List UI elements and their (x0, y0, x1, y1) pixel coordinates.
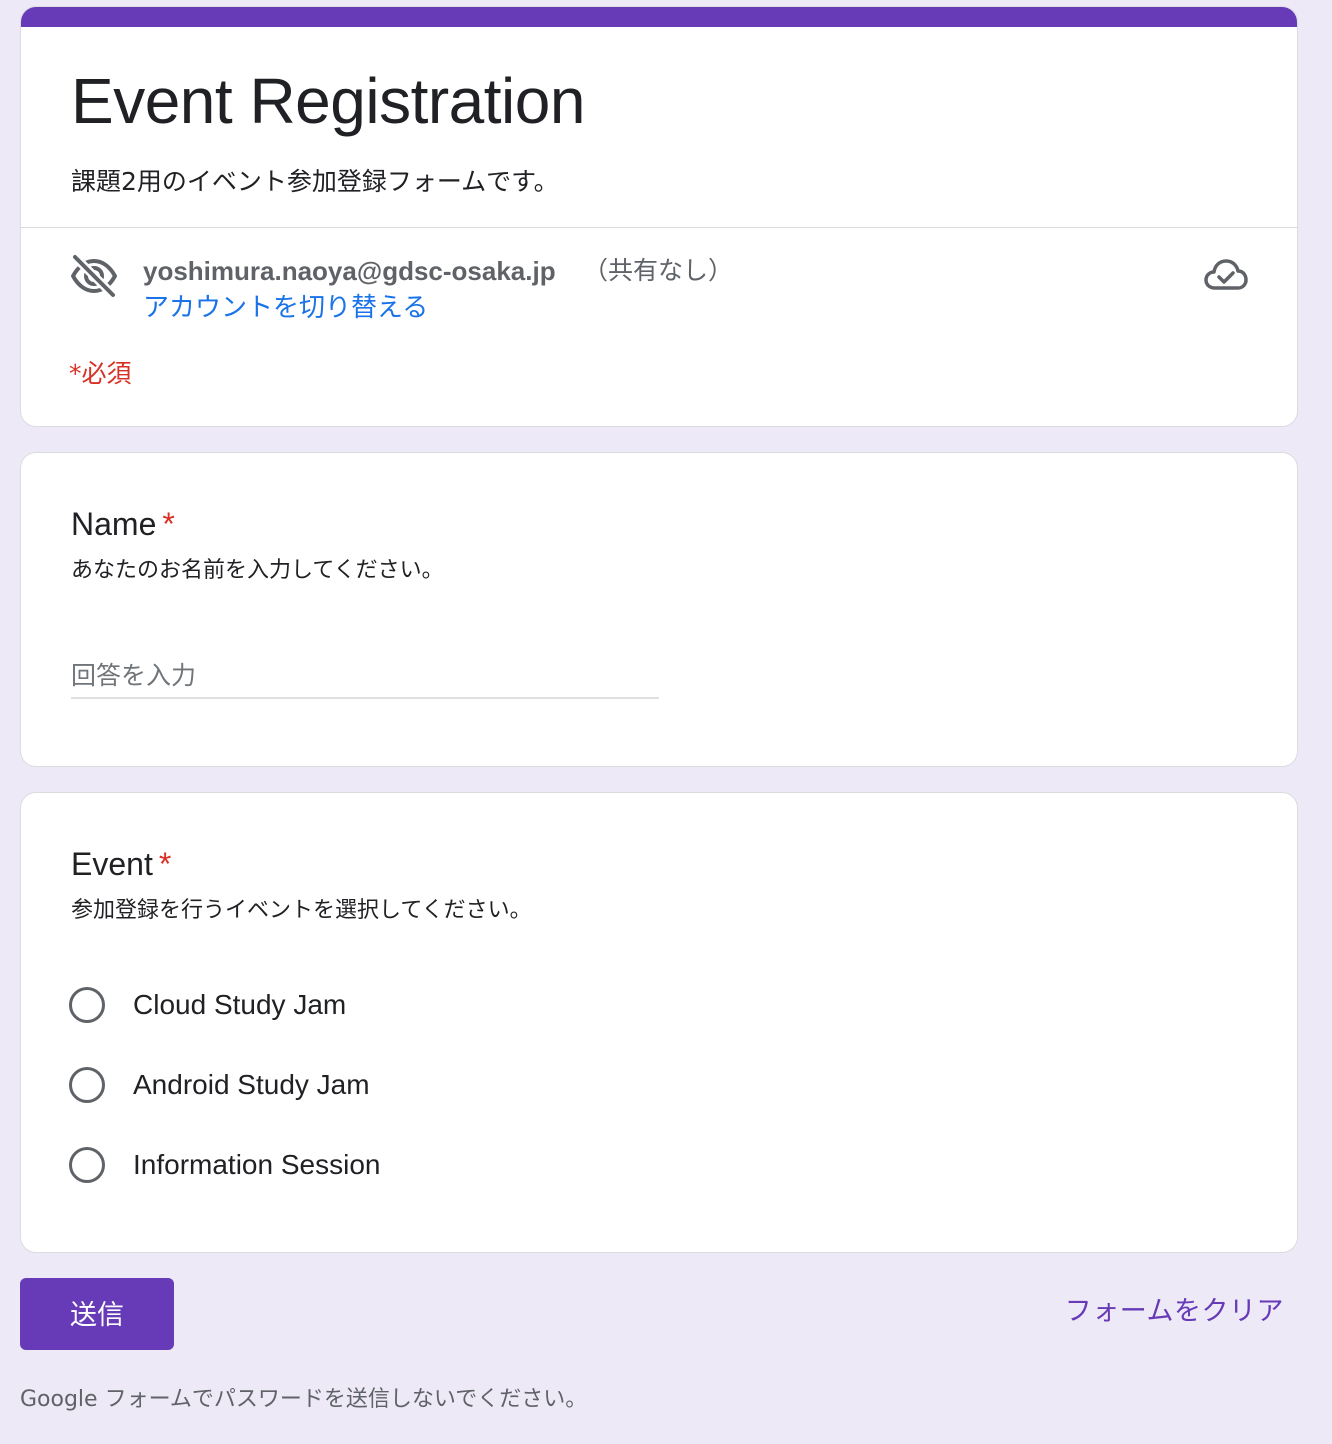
question-card-name: Name * あなたのお名前を入力してください。 (20, 452, 1298, 767)
radio-label: Information Session (133, 1149, 381, 1180)
form-header-card: Event Registration 課題2用のイベント参加登録フォームです。 … (20, 6, 1298, 427)
password-warning: Google フォームでパスワードを送信しないでください。 (20, 1387, 588, 1412)
question-title-event-text: Event (71, 846, 153, 882)
question-title-name-text: Name (71, 506, 157, 542)
radio-button[interactable] (69, 1147, 105, 1183)
cloud-done-icon (1203, 255, 1249, 295)
form-description: 課題2用のイベント参加登録フォームです。 (71, 167, 559, 196)
radio-button[interactable] (69, 1067, 105, 1103)
question-help-event: 参加登録を行うイベントを選択してください。 (71, 898, 532, 923)
header-divider (21, 227, 1297, 228)
hidden-eye-icon (69, 251, 119, 301)
question-card-event: Event * 参加登録を行うイベントを選択してください。 Cloud Study… (20, 792, 1298, 1253)
question-title-name: Name * (71, 503, 175, 545)
question-title-event: Event * (71, 843, 171, 885)
radio-option-cloud-study-jam[interactable]: Cloud Study Jam (69, 983, 346, 1027)
required-star: * (158, 846, 172, 882)
form-page: Event Registration 課題2用のイベント参加登録フォームです。 … (0, 0, 1332, 1444)
question-help-name: あなたのお名前を入力してください。 (71, 558, 444, 583)
switch-account-link[interactable]: アカウントを切り替える (143, 291, 428, 325)
header-accent-bar (21, 7, 1297, 27)
radio-option-android-study-jam[interactable]: Android Study Jam (69, 1063, 370, 1107)
radio-label: Android Study Jam (133, 1069, 370, 1100)
account-email: yoshimura.naoya@gdsc-osaka.jp (143, 256, 556, 286)
name-input[interactable] (71, 653, 659, 699)
clear-form-button[interactable]: フォームをクリア (1065, 1294, 1284, 1330)
required-star: * (162, 506, 175, 542)
share-status: （共有なし） (583, 256, 734, 285)
form-title: Event Registration (71, 65, 585, 137)
submit-button[interactable]: 送信 (20, 1278, 174, 1350)
radio-label: Cloud Study Jam (133, 989, 347, 1020)
radio-button[interactable] (69, 987, 105, 1023)
required-note: *必須 (69, 359, 132, 388)
radio-option-information-session[interactable]: Information Session (69, 1143, 380, 1187)
